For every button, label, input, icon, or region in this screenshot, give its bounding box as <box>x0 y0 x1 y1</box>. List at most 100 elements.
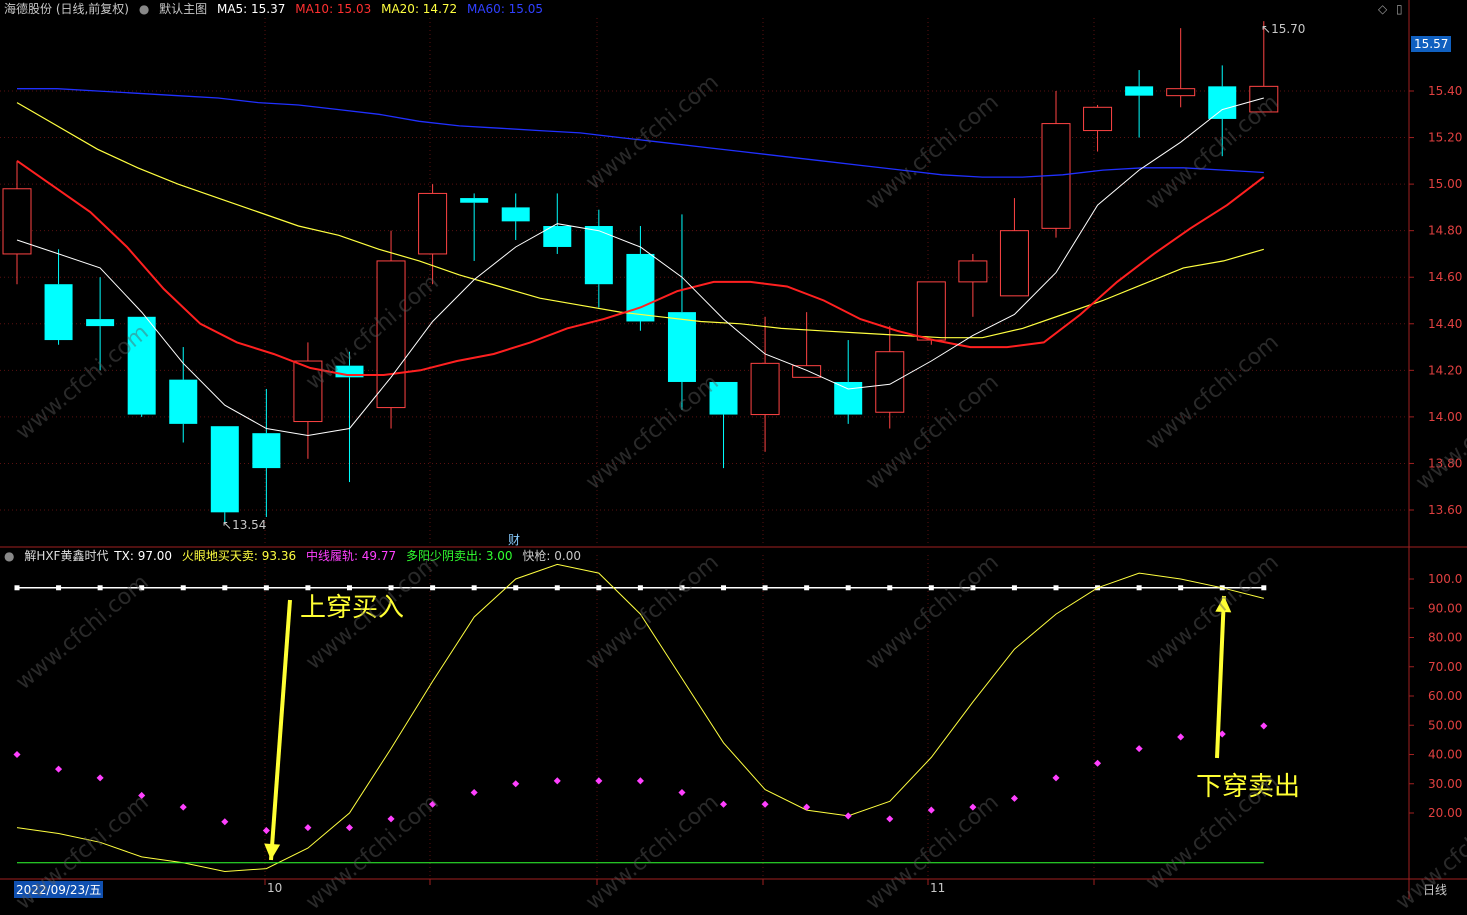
arrow-shaft <box>269 599 292 861</box>
midline-point <box>1177 733 1185 741</box>
panel-toggle-icon[interactable]: ▯ <box>1396 2 1403 16</box>
high-price-value: 15.70 <box>1271 22 1306 36</box>
tx-marker <box>637 585 643 591</box>
price-axis-label: 15.40 <box>1428 84 1462 98</box>
tx-marker <box>928 585 934 591</box>
diamond-icon[interactable]: ◇ <box>1378 2 1387 16</box>
candle-body-down <box>1125 86 1154 96</box>
tx-marker <box>139 585 145 591</box>
midline-point <box>1135 745 1143 753</box>
midline-point <box>969 803 977 811</box>
chart-canvas[interactable]: 15.40 15.20 15.00 14.80 14.60 14.40 14.20 14.00… <box>0 0 1467 899</box>
tx-marker <box>554 585 560 591</box>
candle-body-up <box>1166 88 1196 97</box>
price-axis-label: 14.00 <box>1428 410 1462 424</box>
midline-point <box>221 818 229 826</box>
candle-body-up <box>792 365 822 378</box>
midline-point <box>719 800 728 808</box>
indicator-axis-label: 60.00 <box>1428 689 1462 703</box>
tx-marker <box>471 585 477 591</box>
finance-mark[interactable]: 财 <box>508 531 520 548</box>
tx-marker <box>1053 585 1059 591</box>
midline-point <box>803 803 811 811</box>
tx-marker <box>97 585 103 591</box>
tx-marker <box>762 585 768 591</box>
candle-body-up <box>750 362 780 416</box>
midline-point <box>636 777 644 785</box>
sell-annotation: 下穿卖出 <box>1196 772 1301 802</box>
indicator-axis-label: 100.0 <box>1428 572 1462 586</box>
midline-point <box>595 777 603 785</box>
tx-marker <box>887 585 893 591</box>
candle-body-up <box>958 260 988 283</box>
template-icon[interactable]: ● <box>139 2 149 16</box>
period-label[interactable]: 日线 <box>1423 881 1447 898</box>
midline-point <box>844 812 852 820</box>
midline-point <box>512 780 520 788</box>
current-price-tag: 15.57 <box>1411 36 1452 52</box>
tx-marker <box>56 585 62 591</box>
template-name[interactable]: 默认主图 <box>159 2 207 16</box>
candle-body-up <box>376 260 406 409</box>
tx-marker <box>721 585 727 591</box>
candle-body-up <box>1083 106 1113 132</box>
tx-marker <box>430 585 436 591</box>
price-axis-label: 15.00 <box>1428 177 1462 191</box>
tx-marker <box>1261 585 1267 591</box>
tx-marker <box>804 585 810 591</box>
price-axis-label: 14.40 <box>1428 317 1462 331</box>
ma10-label: MA10: 15.03 <box>295 2 372 16</box>
midline-point <box>1010 794 1018 802</box>
indicator-axis-label: 90.00 <box>1428 601 1462 615</box>
indicator-axis-label: 20.00 <box>1428 806 1462 820</box>
tx-marker <box>180 585 186 591</box>
candle-body-down <box>44 284 73 341</box>
candle-body-down <box>501 207 530 222</box>
candle-body-up <box>999 230 1029 297</box>
tx-marker <box>845 585 851 591</box>
candle-body-down <box>210 426 239 513</box>
quick-label: 快枪: 0.00 <box>522 549 581 563</box>
midline-point <box>304 824 312 832</box>
high-price-marker: ↖15.70 <box>1261 22 1306 36</box>
midline-point <box>13 750 21 759</box>
arrow-head <box>1215 596 1232 613</box>
ma20-label: MA20: 14.72 <box>381 2 458 16</box>
date-month-11: 11 <box>930 881 946 895</box>
candle-body-up <box>916 281 946 341</box>
tx-marker <box>679 585 685 591</box>
arrow-head <box>264 843 281 860</box>
sell-label: 多阳少阴卖出: 3.00 <box>405 549 513 563</box>
indicator-lines <box>13 563 1268 873</box>
midline-label: 中线履轨: 49.77 <box>305 549 397 563</box>
date-month-10: 10 <box>267 881 283 895</box>
midline-point <box>1094 759 1102 767</box>
main-header: 海德股份 (日线,前复权) ● 默认主图 MA5: 15.37 MA10: 15… <box>4 0 549 18</box>
indicator-axis-label: 80.00 <box>1428 631 1462 645</box>
date-start-label: 2022/09/23/五 <box>14 881 104 898</box>
buy-annotation: 上穿买入 <box>300 593 405 623</box>
tx-marker <box>263 585 269 591</box>
midline-point <box>387 815 395 823</box>
candle-body-down <box>667 312 696 382</box>
tx-marker <box>14 585 20 591</box>
chart-window[interactable]: 15.40 15.20 15.00 14.80 14.60 14.40 14.20 14.00… <box>0 0 1467 915</box>
midline-point <box>761 800 769 808</box>
price-axis-label: 13.80 <box>1428 456 1462 470</box>
candle-body-up <box>418 192 448 255</box>
stock-title[interactable]: 海德股份 (日线,前复权) <box>4 2 129 16</box>
midline-point <box>55 765 63 773</box>
indicator-header: ● 解HXF黄鑫时代 TX: 97.00 火眼地买天卖: 93.36 中线履轨:… <box>4 547 587 565</box>
indicator-menu-icon[interactable]: ● <box>4 549 14 563</box>
low-price-marker: ↖13.54 <box>222 518 267 532</box>
indicator-name[interactable]: 解HXF黄鑫时代 <box>24 549 108 563</box>
midline-point <box>262 827 270 835</box>
ma5-label: MA5: 15.37 <box>216 2 286 16</box>
fire-eye-line <box>16 563 1264 873</box>
midline-point <box>470 788 478 797</box>
midline-point <box>1052 774 1060 782</box>
tx-label: TX: 97.00 <box>114 549 173 563</box>
indicator-axis-label: 70.00 <box>1428 660 1462 674</box>
candle-body-up <box>1249 85 1279 113</box>
candle-body-down <box>460 198 489 203</box>
